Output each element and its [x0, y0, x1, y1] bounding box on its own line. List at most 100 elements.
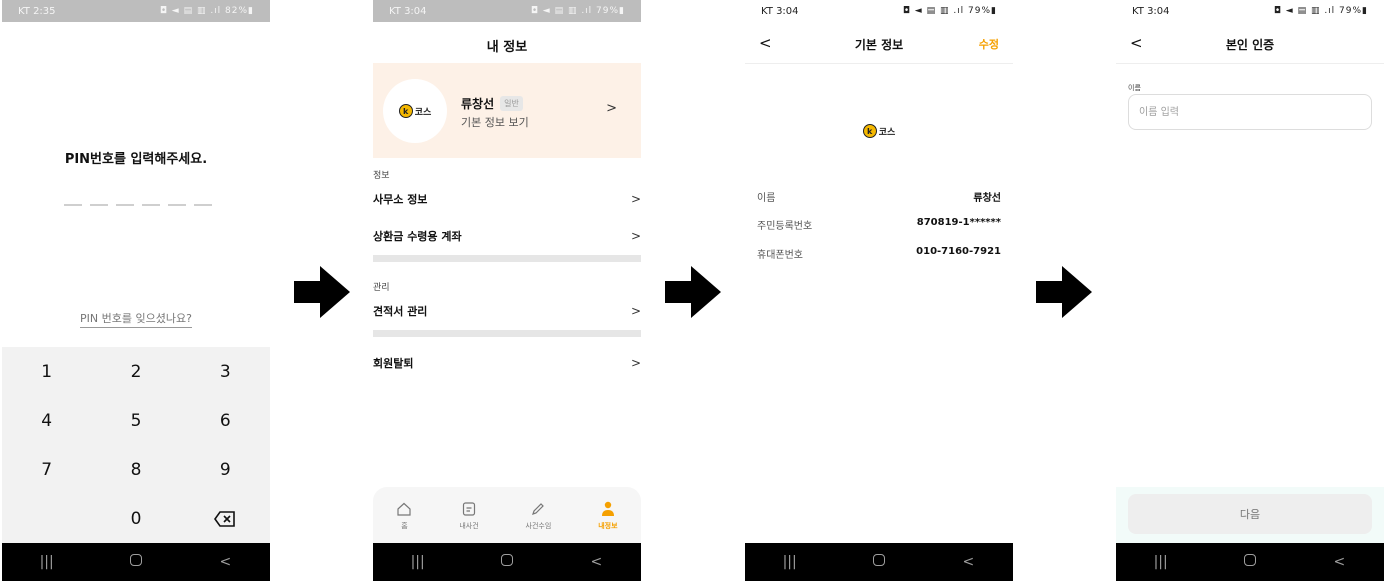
back-nav-icon[interactable]: < — [576, 554, 616, 570]
status-time: KT 3:04 — [1132, 5, 1170, 17]
status-bar: KT 3:04 ◘ ◄ ▤ ▥ .ıl 79%▮ — [745, 0, 1013, 22]
key-5[interactable]: 5 — [91, 396, 180, 445]
key-9[interactable]: 9 — [181, 446, 270, 495]
back-nav-icon[interactable]: < — [948, 554, 988, 570]
profile-name: 류창선 — [461, 97, 495, 111]
status-icons: ◘ ◄ ▤ ▥ .ıl 79%▮ — [530, 6, 625, 16]
chevron-right-icon: > — [630, 356, 641, 370]
system-nav-bar: ||| < — [745, 543, 1013, 581]
pin-digit-slot — [142, 204, 160, 206]
number-keypad: 1 2 3 4 5 6 7 8 9 0 — [2, 347, 270, 544]
pin-digit-slot — [64, 204, 82, 206]
edit-button[interactable]: 수정 — [979, 36, 999, 52]
section-divider — [373, 330, 641, 337]
chevron-right-icon: > — [630, 304, 641, 318]
status-time: KT 3:04 — [389, 5, 427, 17]
profile-card[interactable]: k 코스 류창선 일반 기본 정보 보기 > — [373, 63, 641, 158]
back-nav-icon[interactable]: < — [1319, 554, 1359, 570]
name-input[interactable] — [1128, 94, 1372, 130]
tab-my-cases[interactable]: 내사건 — [459, 501, 479, 531]
chevron-right-icon: > — [630, 229, 641, 243]
info-row-name: 이름 류창선 — [757, 193, 1001, 204]
bottom-tab-bar: 홈 내사건 사건수임 내정보 — [373, 487, 641, 544]
status-time: KT 3:04 — [761, 5, 799, 17]
recents-icon[interactable]: ||| — [1141, 554, 1181, 570]
home-icon — [396, 501, 412, 517]
key-7[interactable]: 7 — [2, 446, 91, 495]
key-4[interactable]: 4 — [2, 396, 91, 445]
person-icon — [600, 501, 616, 517]
section-label-info: 정보 — [373, 171, 390, 181]
status-bar: KT 3:04 ◘ ◄ ▤ ▥ .ıl 79%▮ — [373, 0, 641, 22]
pin-digit-slot — [168, 204, 186, 206]
page-title: 내 정보 — [486, 40, 528, 55]
backspace-icon[interactable] — [181, 495, 270, 544]
info-row-resident-number: 주민등록번호 870819-1****** — [757, 217, 1001, 232]
tab-my-info[interactable]: 내정보 — [598, 501, 618, 531]
logo-mark-icon: k — [862, 124, 877, 138]
key-1[interactable]: 1 — [2, 347, 91, 396]
system-nav-bar: ||| < — [373, 543, 641, 581]
tab-case-accept[interactable]: 사건수임 — [526, 501, 551, 531]
document-icon — [461, 501, 477, 517]
forgot-pin-link[interactable]: PIN 번호를 잊으셨나요? — [2, 310, 270, 328]
header: < 기본 정보 수정 — [745, 34, 1013, 52]
status-bar: KT 3:04 ◘ ◄ ▤ ▥ .ıl 79%▮ — [1116, 0, 1384, 22]
recents-icon[interactable]: ||| — [398, 554, 438, 570]
status-bar: KT 2:35 ◘ ◄ ▤ ▥ .ıl 82%▮ — [2, 0, 270, 22]
status-icons: ◘ ◄ ▤ ▥ .ıl 79%▮ — [902, 6, 997, 16]
identity-verification-screen: KT 3:04 ◘ ◄ ▤ ▥ .ıl 79%▮ < 본인 인증 이름 다음 |… — [1116, 0, 1384, 581]
avatar: k 코스 — [383, 79, 447, 143]
system-nav-bar: ||| < — [1116, 543, 1384, 581]
menu-item-withdraw[interactable]: 회원탈퇴 > — [373, 352, 641, 374]
status-time: KT 2:35 — [18, 5, 56, 17]
brand-logo: k 코스 — [745, 124, 1013, 138]
key-3[interactable]: 3 — [181, 347, 270, 396]
name-field-label: 이름 — [1128, 84, 1141, 92]
section-label-manage: 관리 — [373, 283, 390, 293]
next-button[interactable]: 다음 — [1128, 494, 1372, 534]
key-0[interactable]: 0 — [91, 495, 180, 544]
home-nav-icon[interactable] — [487, 554, 527, 570]
pin-indicator — [64, 204, 212, 206]
member-badge: 일반 — [500, 96, 523, 111]
basic-info-screen: KT 3:04 ◘ ◄ ▤ ▥ .ıl 79%▮ < 기본 정보 수정 k 코스 … — [745, 0, 1013, 581]
menu-item-quote-management[interactable]: 견적서 관리 > — [373, 300, 641, 322]
chevron-right-icon: > — [630, 192, 641, 206]
key-2[interactable]: 2 — [91, 347, 180, 396]
header-divider — [745, 63, 1013, 64]
status-icons: ◘ ◄ ▤ ▥ .ıl 79%▮ — [1273, 6, 1368, 16]
pin-title: PIN번호를 입력해주세요. — [64, 152, 208, 167]
tab-home[interactable]: 홈 — [396, 501, 412, 531]
key-empty — [2, 495, 91, 544]
flow-arrow-icon — [294, 266, 350, 318]
info-row-phone: 휴대폰번호 010-7160-7921 — [757, 246, 1001, 261]
home-nav-icon[interactable] — [116, 554, 156, 570]
page-title: 기본 정보 — [854, 38, 904, 52]
key-8[interactable]: 8 — [91, 446, 180, 495]
my-info-screen: KT 3:04 ◘ ◄ ▤ ▥ .ıl 79%▮ 내 정보 k 코스 류창선 일반… — [373, 0, 641, 581]
recents-icon[interactable]: ||| — [27, 554, 67, 570]
home-nav-icon[interactable] — [859, 554, 899, 570]
section-divider — [373, 255, 641, 262]
status-icons: ◘ ◄ ▤ ▥ .ıl 82%▮ — [159, 6, 254, 16]
view-basic-info-label: 기본 정보 보기 — [461, 116, 529, 129]
home-nav-icon[interactable] — [1230, 554, 1270, 570]
logo-mark-icon: k — [398, 104, 413, 118]
page-title: 본인 인증 — [1225, 38, 1275, 52]
pin-digit-slot — [90, 204, 108, 206]
recents-icon[interactable]: ||| — [770, 554, 810, 570]
profile-name-row: 류창선 일반 — [461, 95, 523, 112]
brand-logo: k 코스 — [398, 104, 431, 118]
flow-arrow-icon — [1036, 266, 1092, 318]
chevron-right-icon: > — [606, 101, 617, 116]
back-nav-icon[interactable]: < — [205, 554, 245, 570]
key-6[interactable]: 6 — [181, 396, 270, 445]
header-divider — [1116, 63, 1384, 64]
flow-arrow-icon — [665, 266, 721, 318]
menu-item-office-info[interactable]: 사무소 정보 > — [373, 188, 641, 210]
system-nav-bar: ||| < — [2, 543, 270, 581]
header: < 본인 인증 — [1116, 34, 1384, 52]
menu-item-repayment-account[interactable]: 상환금 수령용 계좌 > — [373, 225, 641, 247]
pencil-icon — [530, 501, 546, 517]
